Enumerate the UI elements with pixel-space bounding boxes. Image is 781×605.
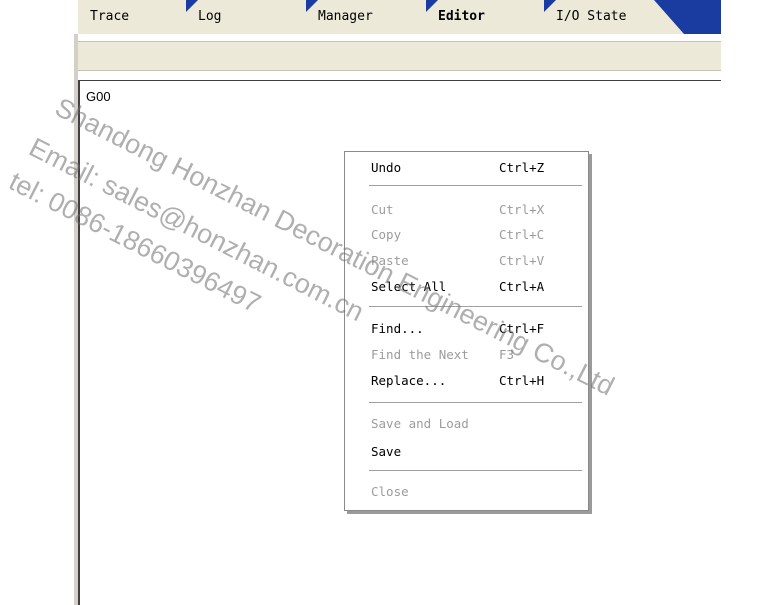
menu-item-save[interactable]: Save [371, 442, 571, 462]
menu-item-select-all[interactable]: Select All Ctrl+A [371, 277, 571, 297]
menu-item-label: Paste [371, 253, 409, 268]
tab-manager-label: Manager [318, 9, 373, 24]
menu-item-shortcut: Ctrl+X [499, 202, 545, 217]
menu-item-shortcut: F3 [499, 347, 515, 362]
menu-item-label: Replace... [371, 373, 447, 388]
menu-item-paste[interactable]: Paste Ctrl+V [371, 251, 571, 271]
editor-content[interactable]: G00 [86, 89, 111, 104]
menu-item-cut[interactable]: Cut Ctrl+X [371, 200, 571, 220]
menu-item-find[interactable]: Find... Ctrl+F [371, 319, 571, 339]
menu-item-shortcut: Ctrl+Z [499, 160, 545, 175]
tab-trace-label: Trace [90, 9, 130, 24]
tab-bar-accent [654, 0, 721, 34]
menu-item-label: Find the Next [371, 347, 469, 362]
tab-corner-icon [544, 0, 556, 12]
tab-editor-label: Editor [438, 9, 485, 24]
menu-separator [369, 306, 582, 308]
menu-separator [369, 470, 582, 472]
menu-item-label: Find... [371, 321, 424, 336]
menu-item-label: Cut [371, 202, 394, 217]
menu-separator [369, 185, 582, 187]
menu-item-shortcut: Ctrl+F [499, 321, 545, 336]
menu-item-label: Select All [371, 279, 447, 294]
context-menu: Undo Ctrl+Z Cut Ctrl+X Copy Ctrl+C Paste… [344, 151, 589, 511]
menu-item-close[interactable]: Close [371, 482, 571, 502]
menu-item-shortcut: Ctrl+V [499, 253, 545, 268]
menu-item-label: Copy [371, 227, 402, 242]
tab-io-state[interactable]: I/O State [544, 0, 654, 34]
tab-manager[interactable]: Manager [306, 0, 426, 34]
menu-item-label: Save [371, 444, 402, 459]
tab-io-state-label: I/O State [556, 9, 627, 24]
menu-item-find-next[interactable]: Find the Next F3 [371, 345, 571, 365]
menu-item-shortcut: Ctrl+A [499, 279, 545, 294]
tab-corner-icon [186, 0, 198, 12]
menu-item-replace[interactable]: Replace... Ctrl+H [371, 371, 571, 391]
menu-item-label: Close [371, 484, 409, 499]
menu-item-undo[interactable]: Undo Ctrl+Z [371, 158, 571, 178]
menu-separator [369, 402, 582, 404]
tab-corner-icon [306, 0, 318, 12]
menu-item-label: Save and Load [371, 416, 469, 431]
tab-log-label: Log [198, 9, 222, 24]
tab-bar: Trace Log Manager Editor I/O State [78, 0, 721, 34]
tab-log[interactable]: Log [186, 0, 306, 34]
menu-item-copy[interactable]: Copy Ctrl+C [371, 225, 571, 245]
tab-corner-icon [426, 0, 438, 12]
menu-item-shortcut: Ctrl+H [499, 373, 545, 388]
toolbar-strip [78, 41, 721, 71]
menu-item-shortcut: Ctrl+C [499, 227, 545, 242]
menu-item-save-and-load[interactable]: Save and Load [371, 414, 571, 434]
tab-editor[interactable]: Editor [426, 0, 544, 34]
tab-trace[interactable]: Trace [78, 0, 178, 34]
menu-item-label: Undo [371, 160, 402, 175]
